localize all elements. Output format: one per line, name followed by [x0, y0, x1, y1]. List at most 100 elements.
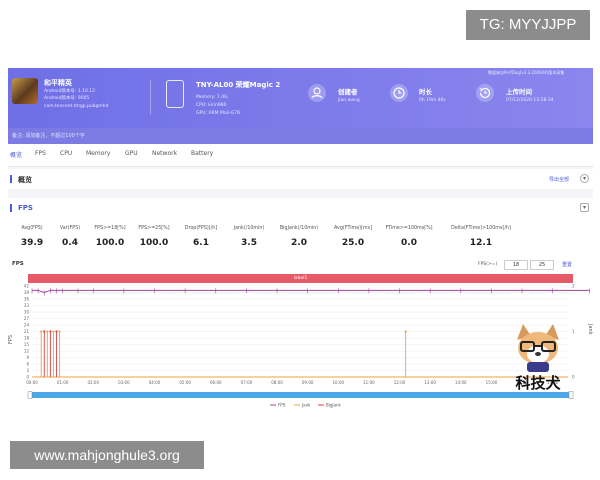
x-tick: 12:00 — [394, 380, 406, 385]
upload-value: 07/12/2020 13:58:34 — [506, 98, 554, 103]
y-right-tick: 0 — [572, 375, 575, 380]
y-left-tick: 3 — [26, 368, 29, 373]
history-icon — [476, 84, 494, 102]
svg-text:科技犬: 科技犬 — [515, 374, 561, 392]
fps-range-label: FPS(>=) — [478, 262, 498, 267]
y-left-tick: 6 — [26, 362, 29, 367]
x-tick: 00:00 — [26, 380, 38, 385]
stat-label: Delta(FTime)>100ms[/h] — [451, 226, 511, 231]
tab-memory[interactable]: Memory — [86, 150, 110, 157]
duration-label: 时长 — [419, 88, 432, 96]
label-band[interactable]: label1 — [28, 274, 573, 283]
jank-point — [46, 330, 49, 333]
clock-icon — [390, 84, 408, 102]
timeline-scrollbar[interactable] — [28, 392, 573, 398]
stat-label: FTime>=100ms[%] — [385, 226, 433, 231]
device-gpu: GPU: ARM Mali-G76 — [196, 111, 241, 116]
y-left-tick: 12 — [24, 349, 30, 354]
bigjank-point — [49, 330, 52, 333]
chart-marks — [31, 288, 590, 377]
report-header: 和平精英 Android版本号: 1.10.12 Android版本号: 900… — [8, 68, 593, 128]
watermark-tg: TG: MYYJJPP — [466, 10, 590, 40]
tab-overview[interactable]: 概览 — [10, 150, 22, 159]
x-tick: 02:00 — [87, 380, 99, 385]
y-right-label: Jank — [587, 323, 593, 335]
remark-bar[interactable]: 备注: 添加备注，不超过100个字 — [8, 128, 593, 144]
x-tick: 04:00 — [149, 380, 161, 385]
scroll-handle-right[interactable] — [568, 391, 574, 399]
x-tick: 06:00 — [210, 380, 222, 385]
x-tick: 11:00 — [363, 380, 375, 385]
overview-section: 概览 导出全部 ▾ — [8, 169, 593, 189]
app-version: Android版本号: 1.10.12 — [44, 89, 96, 94]
tab-fps[interactable]: FPS — [35, 150, 46, 157]
tab-gpu[interactable]: GPU — [125, 150, 138, 157]
chart-legend: FPS Jank BigJank — [270, 403, 342, 408]
legend-label: Jank — [301, 403, 311, 408]
x-tick: 13:00 — [424, 380, 436, 385]
app-name: 和平精英 — [44, 79, 72, 87]
x-tick: 15:00 — [486, 380, 498, 385]
app-build: Android版本号: 9005 — [44, 96, 90, 101]
fps-low-input[interactable]: 18 — [504, 260, 528, 270]
app-package: com.tencent.tmgp.pubgmhd — [44, 104, 109, 109]
stat-value: 12.1 — [469, 238, 493, 248]
jank-point — [58, 330, 61, 333]
tab-battery[interactable]: Battery — [191, 150, 213, 157]
stat-value: 0.0 — [401, 238, 417, 248]
collapse-icon[interactable]: ▾ — [580, 174, 589, 183]
watermark-site: www.mahjonghule3.org — [10, 441, 204, 469]
fps-stats-row: Avg(FPS) 39.9 Var(FPS) 0.4 FPS>=18[%] 10… — [8, 226, 593, 256]
x-tick: 07:00 — [241, 380, 253, 385]
x-tick: 08:00 — [271, 380, 283, 385]
phone-icon — [166, 80, 184, 108]
x-tick: 01:00 — [57, 380, 69, 385]
y-left-tick: 18 — [24, 336, 30, 341]
creator-label: 创建者 — [338, 88, 358, 96]
data-source-note: 数据来自PerfDog(v3.3.200924)版本采集 — [488, 70, 565, 75]
y-left-tick: 36 — [24, 297, 30, 302]
y-left-tick: 39 — [24, 290, 30, 295]
header-divider — [150, 80, 151, 114]
fps-chart: 4239363330272421181512963021000:00 01:00 0… — [8, 284, 593, 408]
tab-cpu[interactable]: CPU — [60, 150, 72, 157]
tab-network[interactable]: Network — [152, 150, 177, 157]
jank-point — [52, 330, 55, 333]
x-tick: 10:00 — [333, 380, 345, 385]
y-left-tick: 21 — [24, 329, 30, 334]
dog-mascot-image: 科技犬 — [515, 324, 561, 392]
jank-point — [404, 330, 407, 333]
overview-title: 概览 — [18, 176, 32, 184]
x-tick: 05:00 — [179, 380, 191, 385]
y-left-tick: 24 — [24, 323, 30, 328]
y-left-tick: 0 — [26, 375, 29, 380]
bigjank-point — [43, 330, 46, 333]
bigjank-point — [55, 330, 58, 333]
legend-label: BigJank — [326, 403, 342, 408]
section-marker — [10, 204, 12, 212]
export-all-link[interactable]: 导出全部 — [549, 176, 569, 183]
x-tick: 14:00 — [455, 380, 467, 385]
fps-section: FPS ▾ Avg(FPS) 39.9 Var(FPS) 0.4 FPS>=18… — [8, 198, 593, 411]
device-cpu: CPU: kirin980 — [196, 103, 227, 108]
y-right-tick: 1 — [572, 329, 575, 334]
scroll-handle-left[interactable] — [27, 391, 33, 399]
fps-high-input[interactable]: 25 — [530, 260, 554, 270]
fps-series-line — [32, 289, 590, 294]
tab-bar: 概览 FPS CPU Memory GPU Network Battery — [8, 144, 593, 167]
reset-button[interactable]: 重置 — [562, 261, 572, 268]
y-left-tick: 27 — [24, 316, 30, 321]
chart-title: FPS — [12, 261, 24, 267]
y-left-tick: 33 — [24, 303, 30, 308]
y-left-tick: 42 — [24, 284, 30, 289]
y-left-label: FPS — [8, 335, 14, 344]
device-memory: Memory: 7.4G — [196, 95, 228, 100]
user-icon — [308, 84, 326, 102]
upload-label: 上传时间 — [506, 88, 532, 96]
y-left-tick: 9 — [26, 355, 29, 360]
y-left-tick: 30 — [24, 310, 30, 315]
chart-grid — [32, 285, 568, 378]
collapse-icon[interactable]: ▾ — [580, 203, 589, 212]
fps-title: FPS — [18, 204, 33, 212]
section-marker — [10, 175, 12, 183]
